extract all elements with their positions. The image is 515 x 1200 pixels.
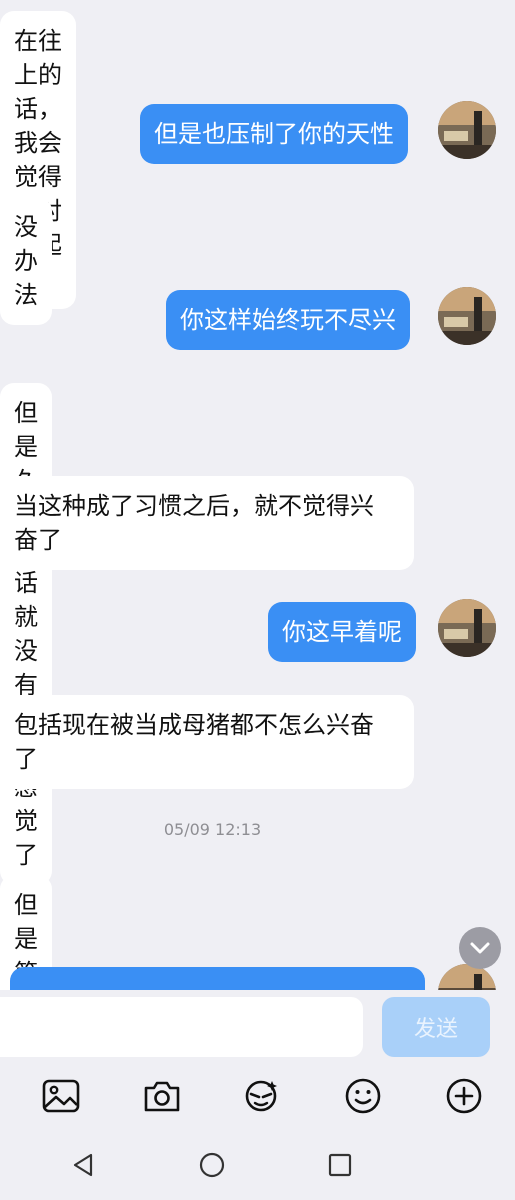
message-bubble[interactable]: 没办法 [0,197,52,325]
avatar[interactable] [438,599,496,657]
message-bubble[interactable]: 但是也压制了你的天性 [140,104,408,164]
avatar[interactable] [438,101,496,159]
chevron-down-icon [470,942,490,954]
camera-icon [144,1081,180,1112]
image-icon [42,1079,80,1113]
timestamp: 05/09 12:13 [163,820,262,839]
avatar-image-icon [438,599,496,657]
avatar[interactable] [438,287,496,345]
plus-button[interactable] [444,1076,484,1116]
message-bubble[interactable]: 包括现在被当成母猪都不怎么兴奋 了 [0,695,414,789]
sticker-button[interactable] [241,1076,281,1116]
emoji-icon [345,1078,381,1114]
avatar-image-icon [438,101,496,159]
emoji-button[interactable] [343,1076,383,1116]
input-bar: 发送 [0,990,515,1062]
back-icon [73,1153,93,1177]
avatar-image-icon [438,964,496,990]
message-bubble[interactable] [10,967,425,990]
system-nav-bar [0,1130,515,1200]
avatar[interactable] [438,964,496,990]
message-input[interactable] [0,997,363,1057]
recents-icon [328,1153,352,1177]
toolbar [0,1062,515,1130]
recents-button[interactable] [323,1148,357,1182]
home-icon [199,1152,225,1178]
avatar-image-icon [438,287,496,345]
sticker-icon [245,1080,277,1112]
camera-button[interactable] [142,1076,182,1116]
image-button[interactable] [41,1076,81,1116]
send-button[interactable]: 发送 [382,997,490,1057]
message-bubble[interactable]: 当这种成了习惯之后，就不觉得兴 奋了 [0,476,414,570]
scroll-to-bottom-button[interactable] [459,927,501,969]
message-bubble[interactable]: 你这早着呢 [268,602,416,662]
chat-area[interactable]: 在往上的话，我会觉得很对不起他 但是也压制了你的天性 没办法 你这样始终玩不尽兴 [0,0,515,990]
plus-icon [446,1078,482,1114]
message-bubble[interactable]: 但是久了的话就没有那种感觉了 [0,383,52,885]
message-bubble[interactable]: 你这样始终玩不尽兴 [166,290,410,350]
home-button[interactable] [195,1148,229,1182]
back-button[interactable] [66,1148,100,1182]
